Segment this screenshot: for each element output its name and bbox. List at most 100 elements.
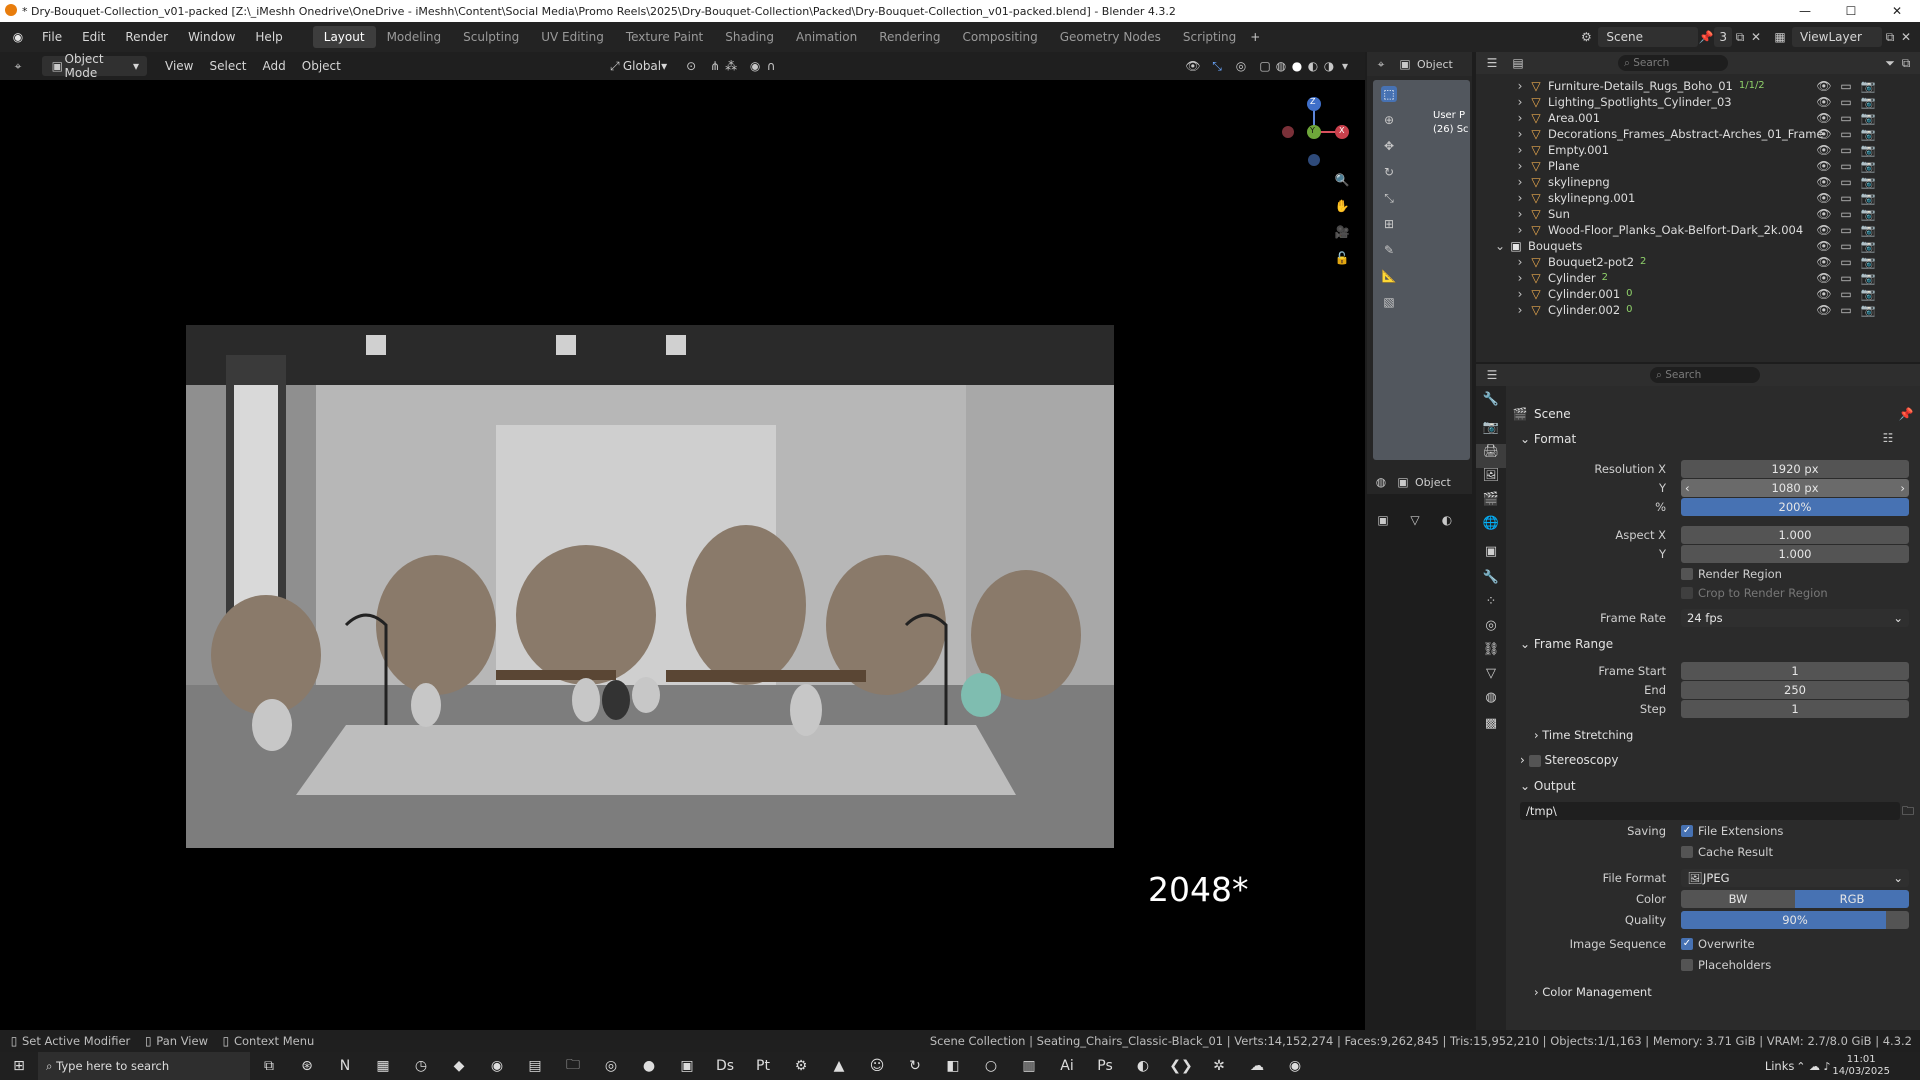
filter-icon[interactable]: ▽ bbox=[1407, 512, 1423, 528]
frame-range-panel-header[interactable]: ⌄ Frame Range bbox=[1520, 637, 1613, 651]
tab-shading[interactable]: Shading bbox=[714, 26, 785, 48]
windows-start-icon[interactable]: ⊞ bbox=[0, 1058, 38, 1074]
pan-hand-icon[interactable]: ✋ bbox=[1334, 198, 1350, 214]
vlc-icon[interactable]: ▲ bbox=[820, 1058, 858, 1074]
quality-slider[interactable]: 90% bbox=[1681, 911, 1909, 929]
physics-tab-icon[interactable]: ◎ bbox=[1476, 618, 1506, 642]
snap-icon[interactable]: ⋔ bbox=[707, 58, 723, 74]
tab-rendering[interactable]: Rendering bbox=[868, 26, 951, 48]
close-icon[interactable]: ✕ bbox=[1874, 4, 1920, 18]
taskbar-search-input[interactable]: ⌕ Type here to search bbox=[38, 1052, 250, 1080]
menu-edit[interactable]: Edit bbox=[72, 30, 115, 44]
format-panel-header[interactable]: ⌄ Format bbox=[1520, 432, 1576, 446]
tab-sculpting[interactable]: Sculpting bbox=[452, 26, 530, 48]
camera-icon[interactable]: 📷 bbox=[1860, 302, 1876, 318]
overlays-icon[interactable]: ◎ bbox=[1233, 58, 1249, 74]
outliner-search-input[interactable]: ⌕ Search bbox=[1618, 55, 1728, 71]
editor-type-icon[interactable]: ⌖ bbox=[1373, 56, 1389, 72]
tray-icons[interactable]: ⌃ ☁ ♪ bbox=[1794, 1060, 1832, 1073]
output-tab-icon[interactable]: 🖨 bbox=[1476, 444, 1506, 468]
annotate-icon[interactable]: ✎ bbox=[1381, 242, 1397, 258]
outliner-item-data-badge[interactable]: 1/1/2 bbox=[1739, 80, 1765, 91]
increment-arrow-icon[interactable]: › bbox=[1900, 481, 1905, 495]
scene-icon[interactable]: ⚙ bbox=[1578, 29, 1594, 45]
file-extensions-checkbox[interactable]: ✓ bbox=[1681, 825, 1693, 837]
rendered-shading-icon[interactable]: ◑ bbox=[1321, 58, 1337, 74]
scene-user-count[interactable]: 3 bbox=[1714, 27, 1732, 47]
task-view-icon[interactable]: ⧉ bbox=[250, 1058, 288, 1074]
menu-object[interactable]: Object bbox=[294, 56, 349, 76]
display-mode-icon[interactable]: ▤ bbox=[1510, 55, 1526, 71]
discord-icon[interactable]: ☺ bbox=[858, 1058, 896, 1074]
overwrite-checkbox[interactable]: ✓ bbox=[1681, 938, 1693, 950]
shading-options-icon[interactable]: ▾ bbox=[1337, 58, 1353, 74]
mode-selector[interactable]: ▣ Object Mode ▾ bbox=[42, 52, 147, 80]
presets-icon[interactable]: ☷ bbox=[1880, 430, 1896, 446]
camera-view-icon[interactable]: 🎥 bbox=[1334, 224, 1350, 240]
cache-result-checkbox[interactable] bbox=[1681, 846, 1693, 858]
cursor-icon[interactable]: ⊕ bbox=[1381, 112, 1397, 128]
add-cube-icon[interactable]: ▧ bbox=[1381, 294, 1397, 310]
sync-icon[interactable]: ↻ bbox=[896, 1058, 934, 1074]
clock-app-icon[interactable]: ◷ bbox=[402, 1058, 440, 1074]
frame-icon[interactable]: ▣ bbox=[1375, 512, 1391, 528]
maximize-icon[interactable]: ☐ bbox=[1828, 4, 1874, 18]
outliner-item-data-badge[interactable]: 0 bbox=[1626, 304, 1632, 315]
render-region-checkbox[interactable] bbox=[1681, 568, 1693, 580]
new-collection-icon[interactable]: ⧉ bbox=[1898, 55, 1914, 71]
folder-icon[interactable]: 🗀 bbox=[1900, 803, 1916, 819]
zoom-icon[interactable]: 🔍 bbox=[1334, 172, 1350, 188]
secondary-viewport[interactable]: ⌖ ▣ Object User P (26) Sc ⬚ ⊕ ✥ ↻ ⤡ ⊞ ✎ … bbox=[1367, 52, 1472, 470]
taskbar-clock[interactable]: 11:01 14/03/2025 bbox=[1832, 1054, 1890, 1078]
stereoscopy-checkbox[interactable] bbox=[1528, 754, 1541, 767]
3d-viewport[interactable]: Z X Y 🔍 ✋ 🎥 🔓 2048* bbox=[0, 80, 1365, 1080]
constraints-tab-icon[interactable]: ⛓ bbox=[1476, 642, 1506, 666]
output-panel-header[interactable]: ⌄ Output bbox=[1520, 779, 1576, 793]
properties-search-input[interactable]: ⌕ Search bbox=[1650, 367, 1760, 383]
navigation-gizmo[interactable]: Z X Y bbox=[1270, 90, 1350, 170]
data-tab-icon[interactable]: ▽ bbox=[1476, 666, 1506, 690]
links-label[interactable]: Links bbox=[1765, 1059, 1795, 1073]
resolution-y-field[interactable]: ‹ 1080 px › bbox=[1681, 479, 1909, 497]
color-management-subpanel[interactable]: › Color Management bbox=[1534, 985, 1652, 999]
menu-file[interactable]: File bbox=[32, 30, 72, 44]
view-layer-icon[interactable]: ▦ bbox=[1772, 29, 1788, 45]
new-view-layer-icon[interactable]: ⧉ bbox=[1882, 29, 1898, 45]
pin-icon-2[interactable]: 📌 bbox=[1898, 406, 1914, 422]
file-format-dropdown[interactable]: 🖼 JPEG ⌄ bbox=[1681, 869, 1909, 887]
shading-icon[interactable]: ◐ bbox=[1439, 512, 1455, 528]
move-icon[interactable]: ✥ bbox=[1381, 138, 1397, 154]
visibility-icon[interactable]: 👁 bbox=[1185, 58, 1201, 74]
scale-icon[interactable]: ⤡ bbox=[1381, 190, 1397, 206]
painter-icon[interactable]: Pt bbox=[744, 1058, 782, 1074]
view-layer-selector[interactable]: ViewLayer bbox=[1792, 27, 1882, 47]
monitor-icon[interactable]: ▭ bbox=[1838, 302, 1854, 318]
gizmo-icon[interactable]: ⤡ bbox=[1209, 58, 1225, 74]
eye-icon[interactable]: 👁 bbox=[1816, 302, 1832, 318]
material-tab-icon[interactable]: ◍ bbox=[1476, 690, 1506, 714]
delete-scene-icon[interactable]: ✕ bbox=[1748, 29, 1764, 45]
resolution-percent-slider[interactable]: 200% bbox=[1681, 498, 1909, 516]
filter-icon[interactable]: ⏷ bbox=[1882, 55, 1898, 71]
transform-icon[interactable]: ⊞ bbox=[1381, 216, 1397, 232]
properties-editor-icon[interactable]: ☰ bbox=[1484, 367, 1500, 383]
editor-type-icon[interactable]: ⌖ bbox=[10, 58, 26, 74]
spotify-icon[interactable]: ● bbox=[630, 1058, 668, 1074]
scene-tab-icon[interactable]: 🎬 bbox=[1476, 492, 1506, 516]
measure-icon[interactable]: 📐 bbox=[1381, 268, 1397, 284]
steam-icon[interactable]: ⚙ bbox=[782, 1058, 820, 1074]
vscode-icon[interactable]: ❮❯ bbox=[1162, 1058, 1200, 1074]
render-tab-icon[interactable]: 📷 bbox=[1476, 420, 1506, 444]
wechat-icon[interactable]: ☁ bbox=[1238, 1058, 1276, 1074]
frame-start-field[interactable]: 1 bbox=[1681, 662, 1909, 680]
output-path-input[interactable]: /tmp\ bbox=[1520, 802, 1900, 820]
aspect-y-field[interactable]: 1.000 bbox=[1681, 545, 1909, 563]
world-tab-icon[interactable]: 🌐 bbox=[1476, 516, 1506, 540]
calculator-icon-2[interactable]: ▤ bbox=[516, 1058, 554, 1074]
proportional-edit-icon[interactable]: ◉ bbox=[747, 58, 763, 74]
chrome-icon-2[interactable]: ◎ bbox=[592, 1058, 630, 1074]
texture-tab-icon[interactable]: ▩ bbox=[1476, 716, 1506, 740]
aspect-x-field[interactable]: 1.000 bbox=[1681, 526, 1909, 544]
menu-select[interactable]: Select bbox=[201, 56, 254, 76]
pivot-icon[interactable]: ⊙ bbox=[683, 58, 699, 74]
